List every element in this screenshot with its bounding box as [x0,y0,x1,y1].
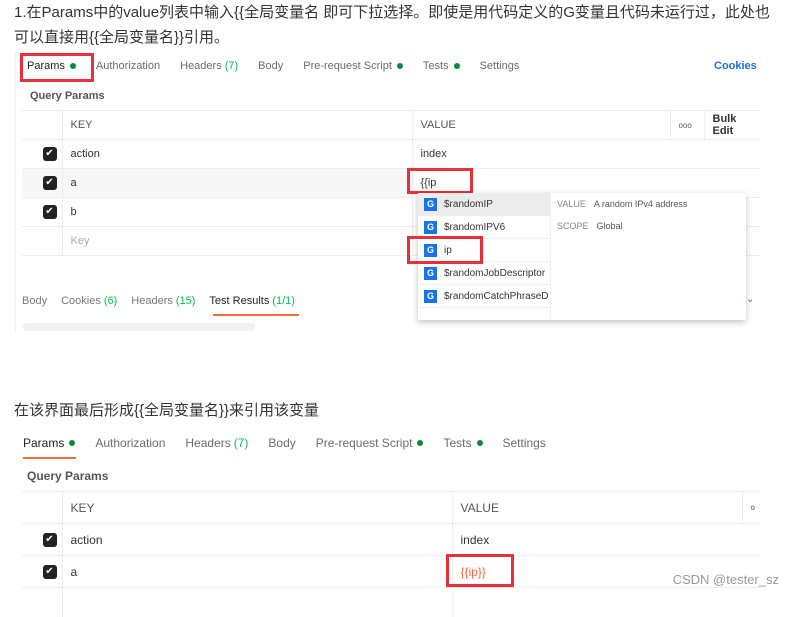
table-row: ✔ action index [22,139,760,169]
key-cell[interactable]: a [62,168,413,198]
params-table-2: KEY VALUE o ✔ action index ✔ a {{ip}} [22,491,760,617]
more-options-icon[interactable]: o [742,491,760,524]
key-cell[interactable]: action [62,139,413,169]
variable-details: VALUE A random IPv4 address SCOPE Global [557,199,688,231]
tab-authorization[interactable]: Authorization [95,436,165,450]
tab-test-results[interactable]: Test Results (1/1) [209,295,295,307]
dropdown-item[interactable]: G $randomJobDescriptor [418,262,550,285]
response-tabs: Body Cookies (6) Headers (15) Test Results… [22,295,309,307]
table-header-row: KEY VALUE ooo Bulk Edit [22,110,760,140]
query-params-title: Query Params [30,90,105,102]
row-checkbox[interactable]: ✔ [42,176,57,190]
row-checkbox[interactable]: ✔ [42,564,57,579]
row-checkbox[interactable]: ✔ [42,147,57,161]
dropdown-item[interactable]: Gip [418,239,550,262]
bulk-edit-button[interactable]: Bulk Edit [704,110,760,140]
tab-tests[interactable]: Tests [443,436,483,450]
dropdown-item[interactable]: G $randomIPV6 [418,216,550,239]
instruction-paragraph-1: 1.在Params中的value列表中输入{{全局变量名 即可下拉选择。即使是用… [14,4,770,46]
status-dot-icon [69,63,76,69]
request-tabs-2: Params Authorization Headers (7) Body Pre… [23,436,566,450]
row-checkbox[interactable]: ✔ [42,532,57,547]
tab-tests[interactable]: Tests [423,60,460,72]
value-column-header: VALUE [452,491,743,524]
dropdown-item[interactable]: G $randomCatchPhraseD [418,285,550,308]
global-variable-icon: G [424,197,437,211]
global-variable-icon: G [424,266,437,280]
tab-response-headers[interactable]: Headers (15) [131,295,195,307]
query-params-title: Query Params [27,469,109,483]
cookies-link[interactable]: Cookies [714,60,757,72]
scrollbar[interactable] [23,323,255,331]
global-variable-icon: G [424,289,437,303]
table-row: ✔ action index [22,523,760,556]
table-header-row: KEY VALUE o [22,491,760,524]
status-dot-icon [396,63,403,69]
active-tab-underline [213,314,299,316]
value-column-header: VALUE [412,110,671,140]
tab-prerequest-script[interactable]: Pre-request Script [303,60,403,72]
tab-params[interactable]: Params [23,436,76,450]
watermark: CSDN @tester_sz [672,572,779,587]
global-variable-icon: G [424,220,437,234]
tab-params[interactable]: Params [27,60,76,72]
key-cell[interactable]: action [62,523,453,556]
tab-body[interactable]: Body [258,60,283,72]
tab-response-body[interactable]: Body [22,295,47,307]
tab-headers[interactable]: Headers (7) [180,60,238,72]
global-variable-icon: G [424,243,437,257]
table-row: ✔ a {{ip}} [22,555,760,588]
tab-body[interactable]: Body [268,436,295,450]
status-dot-icon [453,63,460,69]
key-input[interactable]: Key [62,226,413,256]
tab-settings[interactable]: Settings [503,436,546,450]
more-options-icon[interactable]: ooo [670,110,705,140]
row-checkbox[interactable]: ✔ [42,205,57,219]
key-column-header: KEY [62,110,413,140]
tab-settings[interactable]: Settings [480,60,520,72]
status-dot-icon [476,440,483,446]
tab-response-cookies[interactable]: Cookies (6) [61,295,117,307]
value-cell[interactable]: index [412,139,760,169]
instruction-paragraph-2: 在该界面最后形成{{全局变量名}}来引用该变量 [14,402,320,419]
tab-authorization[interactable]: Authorization [96,60,160,72]
status-dot-icon [69,440,76,446]
chevron-down-icon[interactable]: ⌄ [746,294,754,305]
status-dot-icon [417,440,424,446]
request-tabs-1: Params Authorization Headers (7) Body Pre… [27,60,539,72]
divider [15,52,16,332]
dropdown-item[interactable]: G $randomIP [418,193,550,216]
key-column-header: KEY [62,491,453,524]
active-tab-underline [23,457,76,459]
tab-headers[interactable]: Headers (7) [185,436,248,450]
value-cell[interactable]: index [452,523,760,556]
key-cell[interactable]: a [62,555,453,588]
autocomplete-dropdown: G $randomIP G $randomIPV6 Gip G $randomJobD… [418,193,746,320]
tab-prerequest-script[interactable]: Pre-request Script [316,436,424,450]
key-cell[interactable]: b [62,197,413,227]
